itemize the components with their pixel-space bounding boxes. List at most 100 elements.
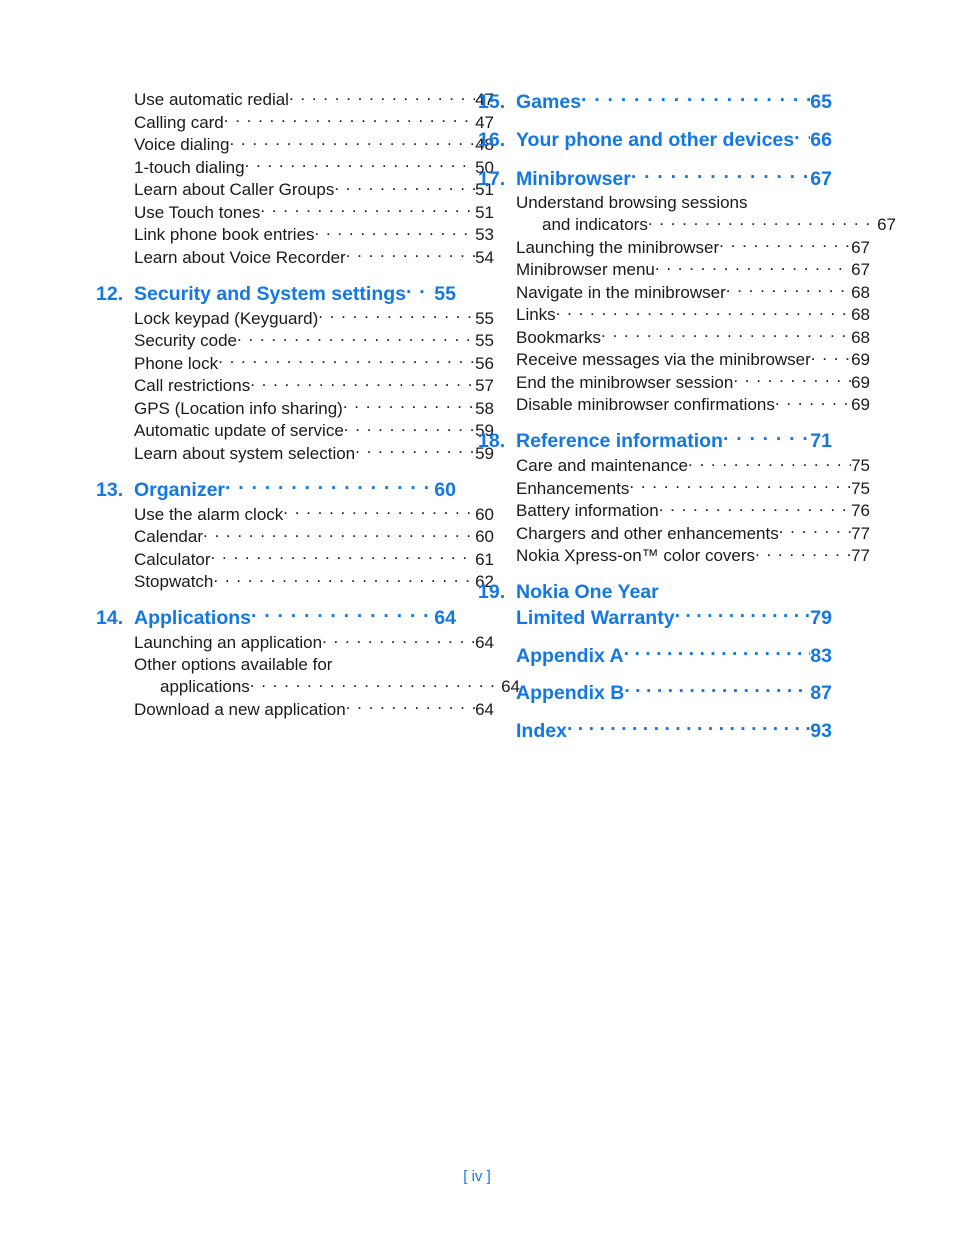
toc-entry[interactable]: Voice dialing 48 bbox=[134, 133, 494, 156]
chapter-page: 67 bbox=[810, 167, 832, 190]
toc-page: Use automatic redial 47 Calling card 47 … bbox=[0, 0, 954, 1248]
toc-entry[interactable]: Learn about Voice Recorder 54 bbox=[134, 246, 494, 269]
toc-entry[interactable]: Download a new application 64 bbox=[134, 698, 494, 721]
toc-entry[interactable]: Chargers and other enhancements 77 bbox=[516, 522, 870, 545]
toc-entry-title: Minibrowser menu bbox=[516, 260, 655, 279]
toc-chapter-14[interactable]: 14. Applications 64 bbox=[96, 605, 456, 632]
dot-leader bbox=[250, 374, 475, 391]
dot-leader bbox=[211, 548, 476, 565]
toc-entry[interactable]: 1-touch dialing 50 bbox=[134, 156, 494, 179]
toc-chapter-18[interactable]: 18. Reference information 71 bbox=[478, 428, 832, 455]
toc-entry-wrapped-first-line[interactable]: Understand browsing sessions bbox=[516, 192, 832, 214]
toc-entry[interactable]: Automatic update of service 59 bbox=[134, 419, 494, 442]
toc-entry[interactable]: Enhancements 75 bbox=[516, 477, 870, 500]
chapter-title: Applications bbox=[134, 607, 252, 629]
toc-entry-title: Links bbox=[516, 305, 556, 324]
dot-leader bbox=[794, 127, 810, 147]
dot-leader bbox=[406, 280, 434, 300]
toc-entry-page: 69 bbox=[851, 350, 870, 369]
toc-entry[interactable]: and indicators 67 bbox=[516, 213, 896, 236]
chapter-number: 16. bbox=[478, 129, 506, 151]
toc-entry[interactable]: Disable minibrowser confirmations 69 bbox=[516, 393, 870, 416]
toc-entry[interactable]: Launching an application 64 bbox=[134, 631, 494, 654]
dot-leader bbox=[648, 213, 877, 230]
toc-entry[interactable]: Launching the minibrowser 67 bbox=[516, 236, 870, 259]
toc-entry-title: Launching the minibrowser bbox=[516, 237, 720, 257]
toc-chapter-15[interactable]: 15. Games 65 bbox=[478, 88, 832, 115]
dot-leader bbox=[224, 111, 475, 128]
dot-leader bbox=[779, 522, 851, 539]
toc-entry[interactable]: Receive messages via the minibrowser 69 bbox=[516, 348, 870, 371]
toc-entry[interactable]: applications 64 bbox=[134, 675, 520, 698]
toc-entry[interactable]: Links 68 bbox=[516, 303, 870, 326]
toc-entry[interactable]: GPS (Location info sharing) 58 bbox=[134, 397, 494, 420]
toc-entry[interactable]: Calculator 61 bbox=[134, 548, 494, 571]
toc-entry-title: Download a new application bbox=[134, 699, 346, 719]
toc-chapter-13[interactable]: 13. Organizer 60 bbox=[96, 476, 456, 503]
dot-leader bbox=[315, 223, 476, 240]
toc-entry-title: Stopwatch bbox=[134, 572, 214, 591]
dot-leader bbox=[318, 307, 475, 324]
toc-entry[interactable]: Care and maintenance 75 bbox=[516, 454, 870, 477]
dot-leader bbox=[237, 329, 475, 346]
toc-chapter-19[interactable]: 19. Nokia One Year bbox=[478, 579, 832, 605]
chapter-page: 65 bbox=[810, 90, 832, 113]
chapter-title: Your phone and other devices bbox=[516, 129, 795, 151]
chapter-number: 13. bbox=[96, 478, 124, 501]
toc-chapter-16[interactable]: 16. Your phone and other devices 66 bbox=[478, 127, 832, 154]
toc-entry[interactable]: Calendar 60 bbox=[134, 525, 494, 548]
toc-entry[interactable]: Bookmarks 68 bbox=[516, 326, 870, 349]
toc-entry[interactable]: Battery information 76 bbox=[516, 499, 870, 522]
toc-entry-title: Enhancements bbox=[516, 478, 630, 498]
chapter-page: 60 bbox=[434, 478, 456, 501]
toc-chapter-17[interactable]: 17. Minibrowser 67 bbox=[478, 165, 832, 192]
dot-leader bbox=[629, 477, 851, 494]
toc-entry[interactable]: Use automatic redial 47 bbox=[134, 88, 494, 111]
dot-leader bbox=[250, 675, 501, 692]
dot-leader bbox=[755, 544, 851, 561]
toc-entry[interactable]: Stopwatch 62 bbox=[134, 570, 494, 593]
toc-chapter-12[interactable]: 12. Security and System settings 55 bbox=[96, 280, 456, 307]
toc-entry[interactable]: Use Touch tones 51 bbox=[134, 201, 494, 224]
toc-entry[interactable]: Nokia Xpress-on™ color covers 77 bbox=[516, 544, 870, 567]
toc-entry[interactable]: Learn about Caller Groups 51 bbox=[134, 178, 494, 201]
dot-leader bbox=[229, 133, 475, 150]
toc-entry[interactable]: Call restrictions 57 bbox=[134, 374, 494, 397]
toc-entry[interactable]: Phone lock 56 bbox=[134, 352, 494, 375]
dot-leader bbox=[556, 303, 851, 320]
toc-entry[interactable]: Learn about system selection 59 bbox=[134, 442, 494, 465]
appendix-page: 87 bbox=[810, 682, 832, 704]
toc-entry-title: Voice dialing bbox=[134, 135, 230, 154]
dot-leader bbox=[355, 442, 475, 459]
toc-entry[interactable]: Minibrowser menu 67 bbox=[516, 258, 870, 281]
toc-entry-title: End the minibrowser session bbox=[516, 372, 734, 392]
toc-entry-title: Bookmarks bbox=[516, 327, 602, 347]
toc-entry[interactable]: End the minibrowser session 69 bbox=[516, 371, 870, 394]
dot-leader bbox=[283, 503, 475, 520]
toc-index[interactable]: Index 93 bbox=[478, 717, 832, 744]
toc-entry-page: 67 bbox=[877, 215, 896, 234]
chapter-number: 19. bbox=[478, 580, 506, 603]
chapter-title: Reference information bbox=[516, 430, 723, 452]
toc-entry-title: Use Touch tones bbox=[134, 202, 261, 222]
toc-appendix-b[interactable]: Appendix B 87 bbox=[478, 680, 832, 707]
toc-entry-title: Security code bbox=[134, 331, 237, 350]
toc-entry[interactable]: Use the alarm clock 60 bbox=[134, 503, 494, 526]
chapter-number: 12. bbox=[96, 282, 124, 305]
toc-entry[interactable]: Navigate in the minibrowser 68 bbox=[516, 281, 870, 304]
toc-entry[interactable]: Calling card 47 bbox=[134, 111, 494, 134]
toc-chapter-19-continuation[interactable]: Limited Warranty 79 bbox=[478, 605, 832, 632]
toc-entry-page: 76 bbox=[851, 501, 870, 520]
toc-entry[interactable]: Lock keypad (Keyguard) 55 bbox=[134, 307, 494, 330]
dot-leader bbox=[811, 348, 851, 365]
chapter-title-line-1: Nokia One Year bbox=[516, 580, 659, 603]
chapter-page: 71 bbox=[810, 430, 832, 452]
toc-entry[interactable]: Security code 55 bbox=[134, 329, 494, 352]
chapter-page: 64 bbox=[434, 607, 456, 629]
toc-right-column: 15. Games 65 16. Your phone and other de… bbox=[478, 88, 896, 744]
toc-appendix-a[interactable]: Appendix A 83 bbox=[478, 642, 832, 669]
toc-entry-wrapped-first-line[interactable]: Other options available for bbox=[134, 654, 456, 676]
toc-entry-title: Nokia Xpress-on™ color covers bbox=[516, 546, 756, 565]
dot-leader bbox=[655, 258, 851, 275]
toc-entry[interactable]: Link phone book entries 53 bbox=[134, 223, 494, 246]
